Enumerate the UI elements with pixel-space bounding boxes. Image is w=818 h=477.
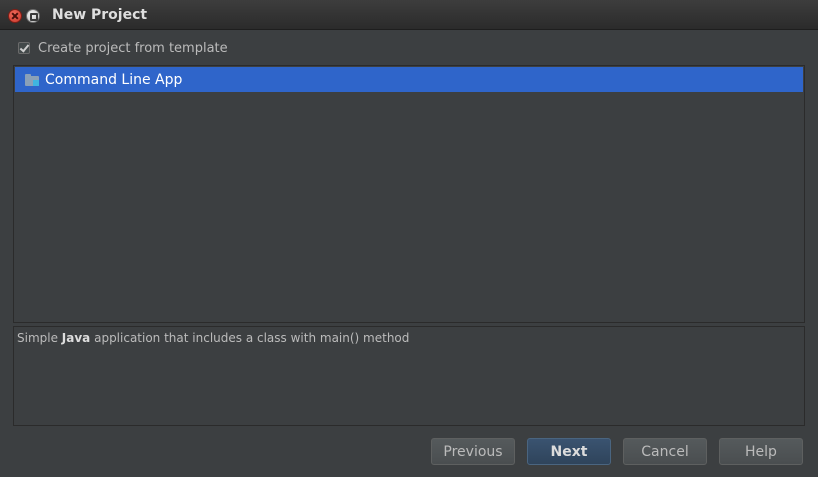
maximize-icon[interactable] [26,9,40,23]
next-button[interactable]: Next [527,438,611,465]
template-checkbox[interactable] [18,42,30,54]
list-item[interactable]: Command Line App [15,67,803,92]
folder-module-icon [25,73,41,86]
close-icon[interactable] [8,9,22,23]
description-prefix: Simple [17,331,62,345]
list-item-label: Command Line App [45,71,183,88]
help-button[interactable]: Help [719,438,803,465]
template-description: Simple Java application that includes a … [13,326,805,426]
previous-button[interactable]: Previous [431,438,515,465]
template-checkbox-row[interactable]: Create project from template [18,38,228,58]
title-bar: New Project [0,0,818,30]
description-language: Java [61,331,91,345]
template-checkbox-label[interactable]: Create project from template [38,41,228,56]
new-project-dialog: New Project Create project from template… [0,0,818,477]
window-title: New Project [52,7,148,23]
template-list[interactable]: Command Line App [13,65,805,323]
description-suffix: application that includes a class with m… [90,331,410,345]
cancel-button[interactable]: Cancel [623,438,707,465]
